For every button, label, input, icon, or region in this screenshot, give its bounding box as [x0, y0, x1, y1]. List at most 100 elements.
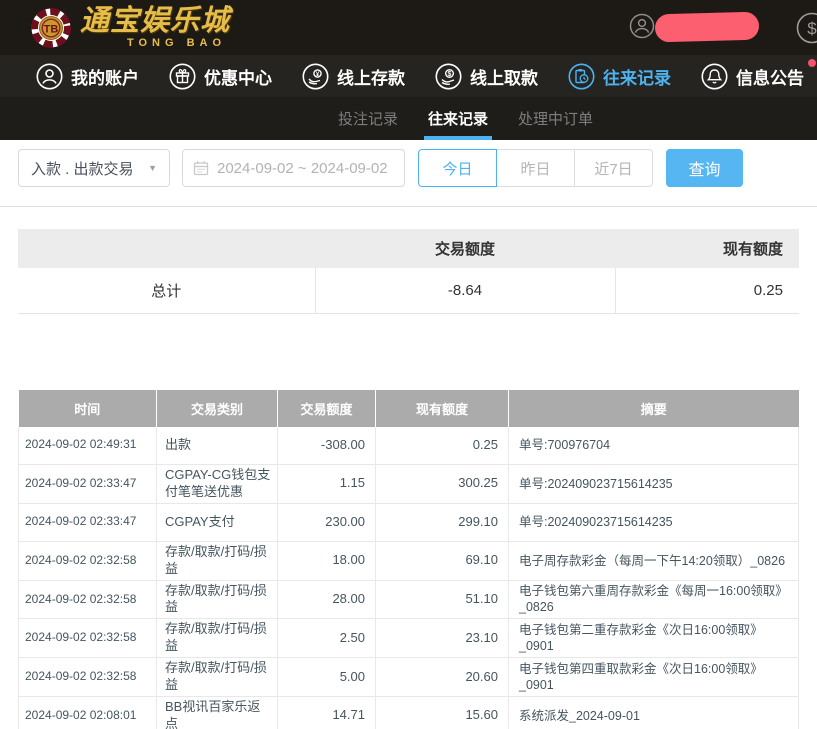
records-tab-bar: 投注记录 往来记录 处理中订单 — [0, 97, 817, 140]
cell-summary: 电子钱包第六重周存款彩金《每周一16:00领取》_0826 — [509, 580, 799, 619]
summary-total-label: 总计 — [18, 268, 315, 313]
cell-type: BB视讯百家乐返点 — [157, 696, 278, 729]
summary-total-amount: -8.64 — [315, 268, 615, 313]
cell-summary: 单号:202409023715614235 — [509, 503, 799, 541]
today-button[interactable]: 今日 — [418, 149, 497, 187]
date-range-input[interactable]: 2024-09-02 ~ 2024-09-02 — [182, 149, 405, 187]
main-navigation: 我的账户 优惠中心 ¥ 线上存款 $ 线上取款 — [0, 55, 817, 97]
cell-summary: 电子钱包第四重取款彩金《次日16:00领取》_0901 — [509, 658, 799, 697]
user-avatar-icon[interactable] — [629, 13, 655, 39]
tab-transaction-records[interactable]: 往来记录 — [428, 97, 488, 140]
calendar-icon — [193, 160, 209, 176]
transactions-table: 时间交易类别交易额度现有额度摘要 2024-09-02 02:49:31出款-3… — [18, 390, 799, 729]
column-header: 时间 — [19, 390, 157, 427]
cell-summary: 单号:700976704 — [509, 427, 799, 465]
cell-time: 2024-09-02 02:32:58 — [19, 658, 157, 697]
online-withdraw-icon: $ — [435, 63, 462, 90]
nav-label: 线上取款 — [470, 64, 538, 89]
section-divider — [0, 206, 817, 207]
brand-name-en: TONG BAO — [127, 38, 226, 49]
transactions-body: 2024-09-02 02:49:31出款-308.000.25单号:70097… — [19, 427, 799, 729]
summary-header-row: 交易额度 现有额度 — [18, 229, 799, 268]
query-button[interactable]: 查询 — [666, 149, 743, 187]
cell-amount: 2.50 — [278, 619, 376, 658]
tab-pending-orders[interactable]: 处理中订单 — [518, 97, 593, 140]
nav-item-my-account[interactable]: 我的账户 — [36, 63, 139, 90]
promotions-gift-icon — [169, 63, 196, 90]
cell-amount: 18.00 — [278, 541, 376, 580]
dollar-currency-icon[interactable]: $ — [795, 11, 817, 45]
nav-item-announcements[interactable]: 信息公告 — [701, 63, 804, 90]
cell-time: 2024-09-02 02:33:47 — [19, 503, 157, 541]
summary-total-row: 总计 -8.64 0.25 — [18, 268, 799, 313]
cell-balance: 69.10 — [376, 541, 509, 580]
brand-name-cn: 通宝娱乐城 — [80, 7, 230, 36]
top-header-bar: TB 通宝娱乐城 TONG BAO $ — [0, 0, 817, 55]
cell-type: 存款/取款/打码/损益 — [157, 658, 278, 697]
selected-type-value: 入款 . 出款交易 — [31, 158, 134, 179]
column-header: 摘要 — [509, 390, 799, 427]
cell-summary: 电子周存款彩金（每周一下午14:20领取）_0826 — [509, 541, 799, 580]
account-icon — [36, 63, 63, 90]
announcement-bell-icon — [701, 63, 728, 90]
cell-balance: 15.60 — [376, 696, 509, 729]
cell-time: 2024-09-02 02:08:01 — [19, 696, 157, 729]
last-7-days-button[interactable]: 近7日 — [574, 149, 653, 187]
transaction-type-select[interactable]: 入款 . 出款交易 ▼ — [18, 149, 170, 187]
nav-label: 优惠中心 — [204, 64, 272, 89]
transaction-records-icon — [568, 63, 595, 90]
svg-text:$: $ — [807, 19, 817, 38]
cell-time: 2024-09-02 02:49:31 — [19, 427, 157, 465]
cell-amount: -308.00 — [278, 427, 376, 465]
user-area: $ — [617, 0, 817, 55]
casino-chip-logo-icon: TB — [30, 7, 72, 49]
cell-type: CGPAY支付 — [157, 503, 278, 541]
quick-range-button-group: 今日 昨日 近7日 — [418, 149, 653, 187]
cell-type: 存款/取款/打码/损益 — [157, 580, 278, 619]
nav-label: 信息公告 — [736, 64, 804, 89]
cell-balance: 51.10 — [376, 580, 509, 619]
site-logo[interactable]: TB 通宝娱乐城 TONG BAO — [30, 7, 230, 49]
cell-time: 2024-09-02 02:32:58 — [19, 580, 157, 619]
table-row: 2024-09-02 02:33:47CGPAY-CG钱包支付笔笔送优惠1.15… — [19, 465, 799, 504]
notification-dot — [808, 59, 816, 67]
column-header: 交易额度 — [278, 390, 376, 427]
nav-item-transaction-records[interactable]: 往来记录 — [568, 63, 671, 90]
summary-header-empty — [18, 229, 315, 268]
cell-balance: 0.25 — [376, 427, 509, 465]
cell-summary: 电子钱包第二重存款彩金《次日16:00领取》_0901 — [509, 619, 799, 658]
nav-label: 我的账户 — [71, 64, 139, 89]
table-row: 2024-09-02 02:08:01BB视讯百家乐返点14.7115.60系统… — [19, 696, 799, 729]
table-row: 2024-09-02 02:32:58存款/取款/打码/损益18.0069.10… — [19, 541, 799, 580]
nav-label: 线上存款 — [337, 64, 405, 89]
cell-balance: 23.10 — [376, 619, 509, 658]
online-deposit-icon: ¥ — [302, 63, 329, 90]
cell-type: CGPAY-CG钱包支付笔笔送优惠 — [157, 465, 278, 504]
cell-summary: 单号:202409023715614235 — [509, 465, 799, 504]
cell-type: 出款 — [157, 427, 278, 465]
cell-time: 2024-09-02 02:33:47 — [19, 465, 157, 504]
column-header: 现有额度 — [376, 390, 509, 427]
nav-item-online-withdraw[interactable]: $ 线上取款 — [435, 63, 538, 90]
summary-table: 交易额度 现有额度 总计 -8.64 0.25 — [18, 229, 799, 314]
filter-toolbar: 入款 . 出款交易 ▼ 2024-09-02 ~ 2024-09-02 今日 昨… — [18, 149, 817, 187]
nav-item-promotions[interactable]: 优惠中心 — [169, 63, 272, 90]
summary-header-balance: 现有额度 — [615, 229, 799, 268]
tab-betting-records[interactable]: 投注记录 — [338, 97, 398, 140]
cell-amount: 14.71 — [278, 696, 376, 729]
summary-total-balance: 0.25 — [615, 268, 799, 313]
cell-time: 2024-09-02 02:32:58 — [19, 541, 157, 580]
svg-text:$: $ — [448, 71, 452, 78]
redacted-username — [655, 12, 760, 43]
cell-amount: 28.00 — [278, 580, 376, 619]
svg-text:TB: TB — [44, 23, 59, 35]
dropdown-caret-icon: ▼ — [148, 163, 157, 173]
cell-type: 存款/取款/打码/损益 — [157, 619, 278, 658]
cell-summary: 系统派发_2024-09-01 — [509, 696, 799, 729]
table-row: 2024-09-02 02:32:58存款/取款/打码/损益28.0051.10… — [19, 580, 799, 619]
cell-balance: 299.10 — [376, 503, 509, 541]
nav-item-online-deposit[interactable]: ¥ 线上存款 — [302, 63, 405, 90]
yesterday-button[interactable]: 昨日 — [496, 149, 575, 187]
summary-header-amount: 交易额度 — [315, 229, 615, 268]
cell-amount: 230.00 — [278, 503, 376, 541]
